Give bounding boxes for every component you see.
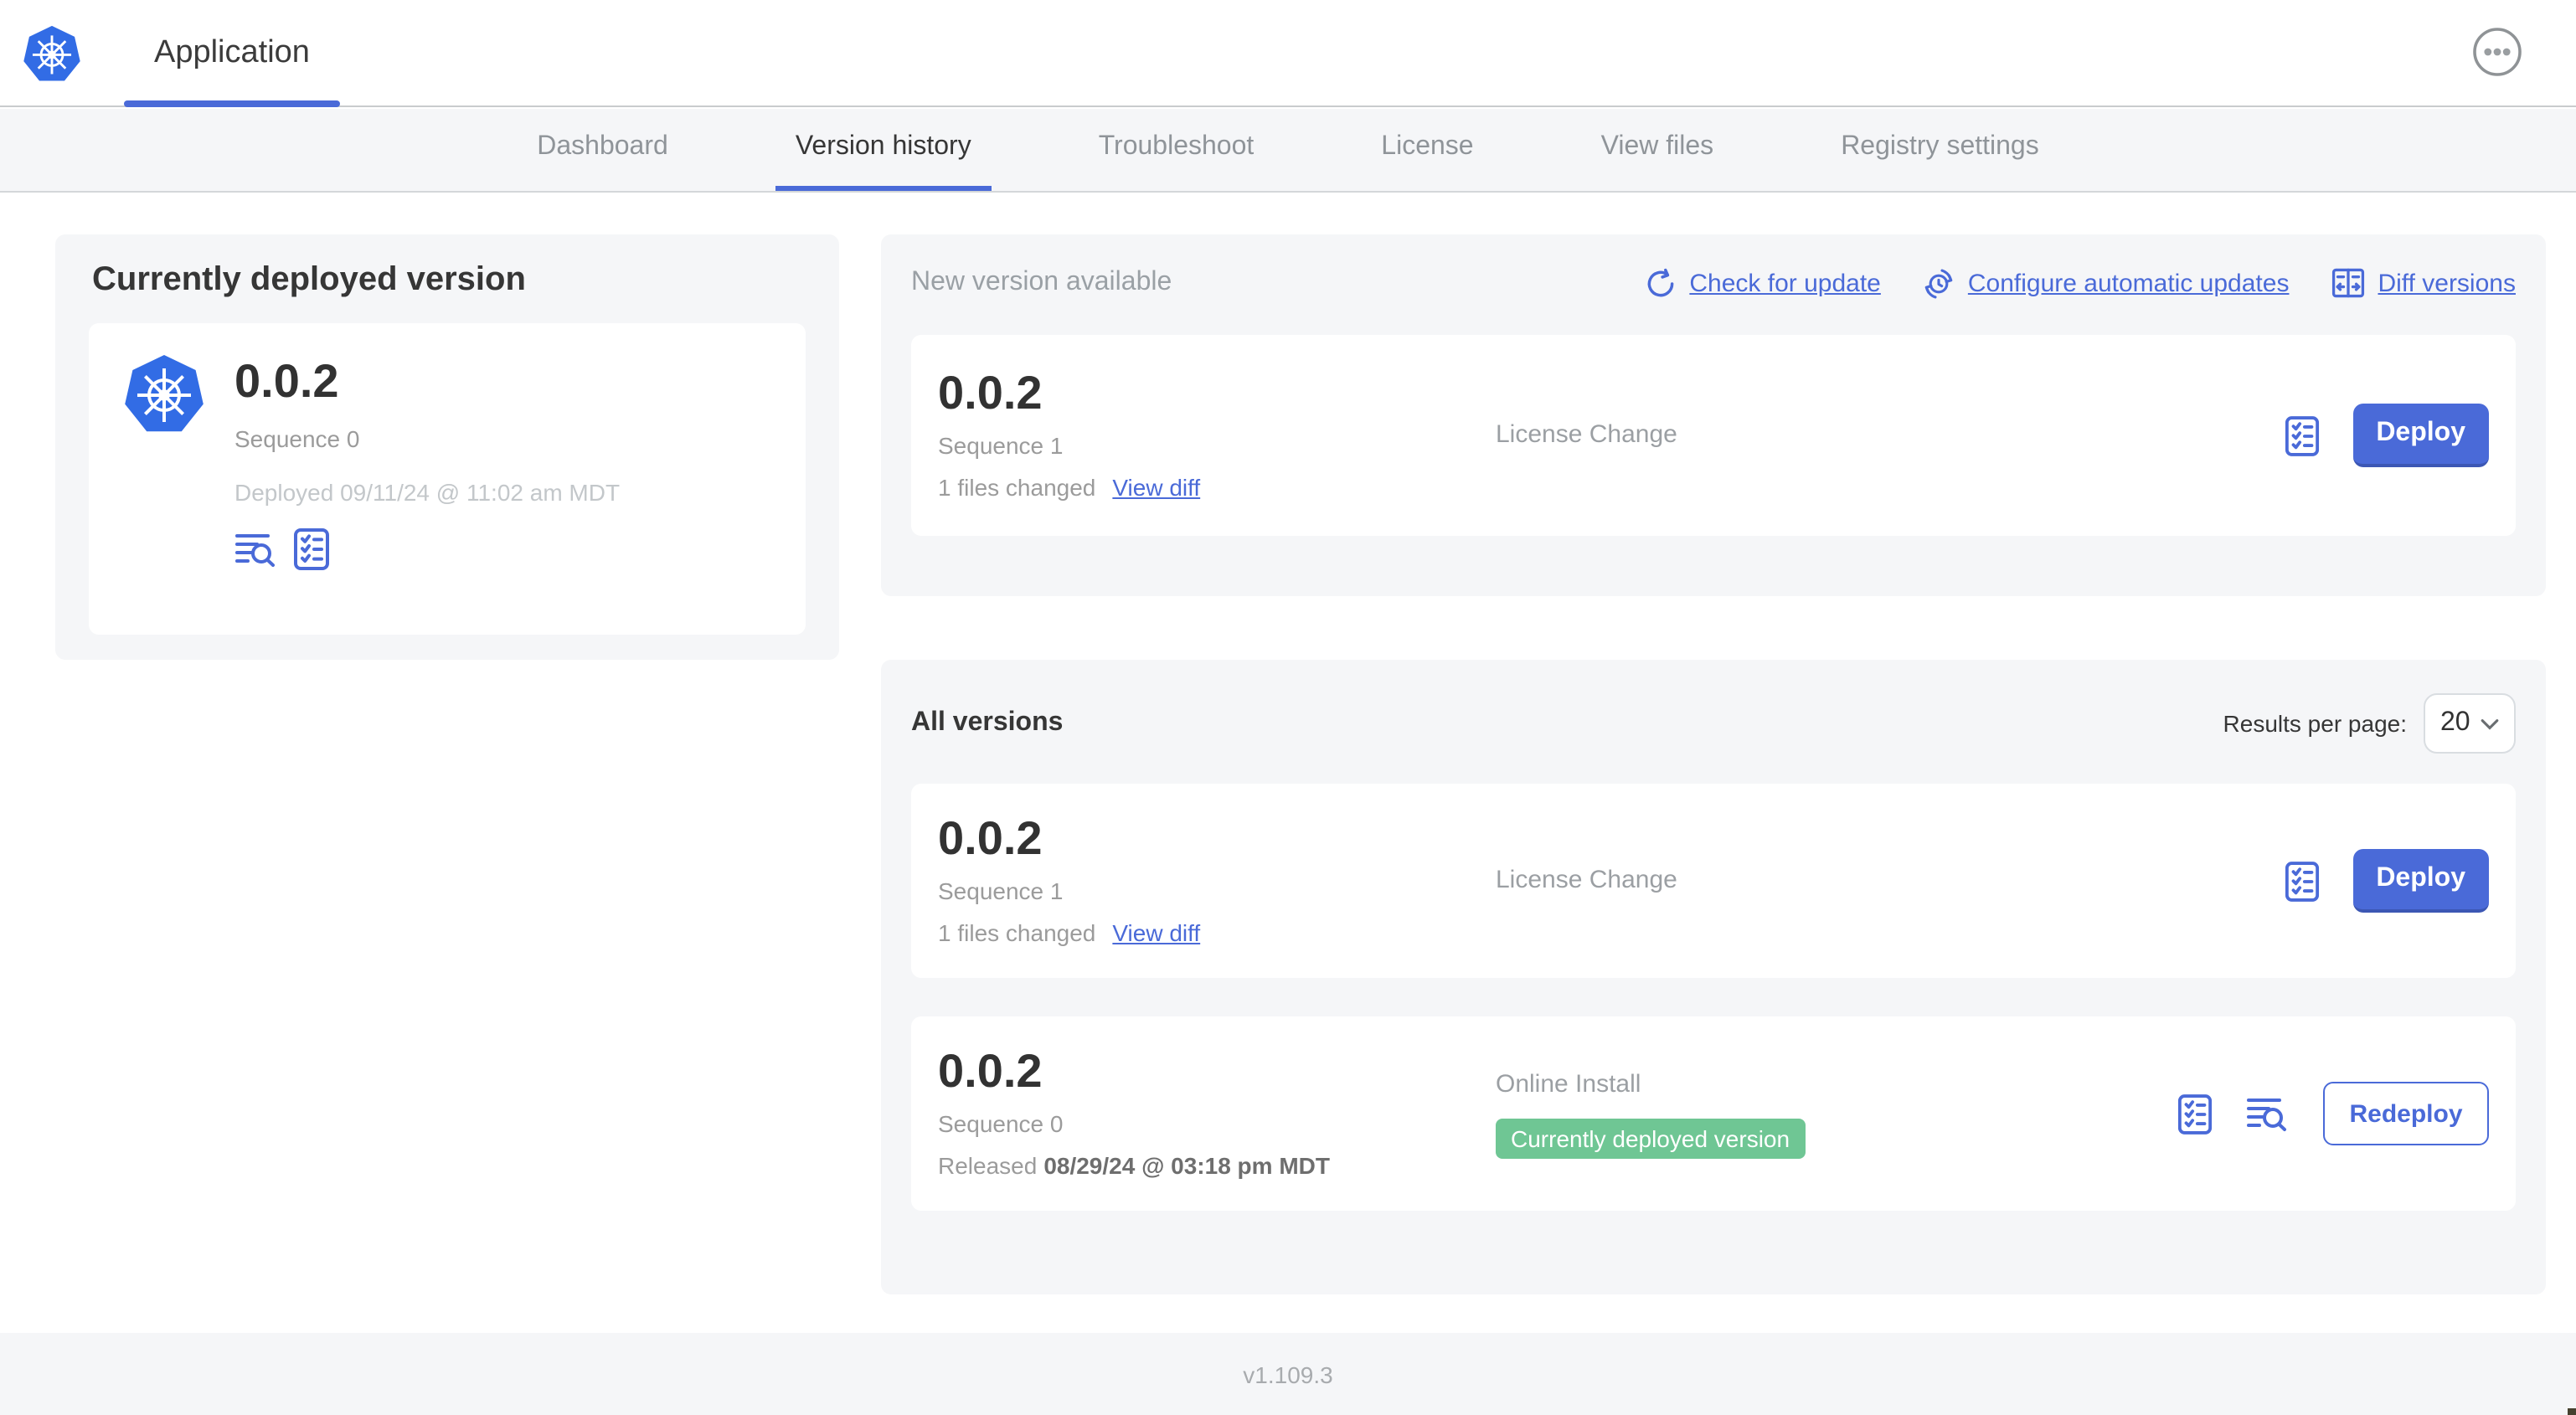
files-changed-text: 1 files changed [938, 474, 1096, 501]
deploy-button[interactable]: Deploy [2352, 849, 2489, 913]
tab-label: View files [1600, 132, 1714, 161]
refresh-icon [1642, 265, 1677, 301]
version-source: License Change [1496, 866, 1677, 894]
view-diff-link[interactable]: View diff [1112, 919, 1200, 946]
check-for-update-link[interactable]: Check for update [1642, 265, 1881, 301]
tab-label: Registry settings [1841, 132, 2039, 161]
version-source: Online Install [1496, 1069, 1641, 1098]
tab-view-files[interactable]: View files [1581, 109, 1734, 191]
schedule-update-icon [1921, 265, 1956, 301]
overflow-menu-button[interactable] [2472, 27, 2522, 77]
configure-automatic-updates-label: Configure automatic updates [1967, 269, 2290, 297]
version-source: License Change [1496, 420, 1677, 449]
deploy-button[interactable]: Deploy [2352, 404, 2489, 467]
currently-deployed-badge: Currently deployed version [1496, 1118, 1806, 1158]
deployed-timestamp: Deployed 09/11/24 @ 11:02 am MDT [234, 479, 621, 506]
kubernetes-app-icon [122, 352, 206, 435]
version-number: 0.0.2 [938, 367, 1043, 419]
preflight-checks-icon[interactable] [2177, 1093, 2213, 1135]
tab-label: License [1381, 132, 1474, 161]
tab-label: Version history [795, 132, 971, 161]
preflight-checks-icon[interactable] [2284, 860, 2319, 902]
app-footer: v1.109.3 [0, 1333, 2576, 1415]
diff-versions-link[interactable]: Diff versions [2329, 265, 2516, 301]
main-content: Currently deployed version 0.0.2 Sequenc… [0, 194, 2576, 1333]
kubernetes-logo-icon [22, 23, 82, 84]
app-subnav: Dashboard Version history Troubleshoot L… [0, 109, 2576, 193]
update-actions: Check for update Configure automatic upd… [1642, 265, 2516, 301]
view-diff-link[interactable]: View diff [1112, 474, 1200, 501]
configure-automatic-updates-link[interactable]: Configure automatic updates [1921, 265, 2290, 301]
version-number: 0.0.2 [938, 1045, 1043, 1097]
currently-deployed-details: 0.0.2 Sequence 0 Deployed 09/11/24 @ 11:… [234, 352, 620, 606]
redeploy-button[interactable]: Redeploy [2323, 1082, 2489, 1145]
results-per-page-label: Results per page: [2223, 710, 2407, 737]
tab-registry-settings[interactable]: Registry settings [1821, 109, 2059, 191]
tab-troubleshoot[interactable]: Troubleshoot [1079, 109, 1275, 191]
currently-deployed-card: 0.0.2 Sequence 0 Deployed 09/11/24 @ 11:… [89, 323, 806, 635]
version-sequence: Sequence 1 [938, 432, 1064, 459]
new-version-title: New version available [911, 268, 1172, 296]
tab-dashboard[interactable]: Dashboard [517, 109, 688, 191]
new-version-card: 0.0.2 Sequence 1 1 files changed View di… [911, 335, 2516, 536]
chevron-down-icon [2481, 718, 2499, 729]
results-per-page-value: 20 [2440, 708, 2470, 737]
results-per-page-select[interactable]: 20 [2424, 693, 2516, 754]
tab-version-history[interactable]: Version history [775, 109, 992, 191]
ellipsis-icon [2472, 27, 2522, 77]
check-for-update-label: Check for update [1689, 269, 1881, 297]
app-header: Application [0, 0, 2576, 107]
preflight-checks-icon[interactable] [293, 527, 330, 571]
preflight-checks-icon[interactable] [2284, 414, 2319, 456]
app-tab-application[interactable]: Application [124, 0, 340, 107]
console-version: v1.109.3 [1243, 1361, 1333, 1387]
tab-label: Troubleshoot [1098, 132, 1255, 161]
released-prefix: Released [938, 1152, 1038, 1179]
new-version-panel: New version available Check for update C… [881, 234, 2546, 596]
released-timestamp: Released 08/29/24 @ 03:18 pm MDT [938, 1152, 1496, 1179]
deployed-sequence: Sequence 0 [234, 425, 360, 452]
files-changed-text: 1 files changed [938, 919, 1096, 946]
version-row: 0.0.2 Sequence 0 Released 08/29/24 @ 03:1… [911, 1016, 2516, 1211]
version-sequence: Sequence 1 [938, 877, 1064, 904]
all-versions-title: All versions [911, 708, 1064, 737]
all-versions-panel: All versions Results per page: 20 0.0.2 [881, 660, 2546, 1294]
tab-license[interactable]: License [1361, 109, 1493, 191]
currently-deployed-title: Currently deployed version [92, 261, 526, 298]
currently-deployed-panel: Currently deployed version 0.0.2 Sequenc… [55, 234, 839, 660]
version-sequence: Sequence 0 [938, 1110, 1064, 1137]
screen-corner-artifact [2568, 1408, 2576, 1415]
view-logs-icon[interactable] [234, 531, 278, 568]
released-date: 08/29/24 @ 03:18 pm MDT [1043, 1152, 1330, 1179]
diff-versions-label: Diff versions [2378, 269, 2516, 297]
diff-icon [2329, 265, 2366, 301]
deployed-version-number: 0.0.2 [234, 355, 339, 407]
tab-label: Dashboard [537, 132, 668, 161]
view-logs-icon[interactable] [2246, 1095, 2290, 1132]
app-tab-label: Application [154, 34, 310, 69]
version-number: 0.0.2 [938, 812, 1043, 864]
app-window: Application Dashboard Version history Tr… [0, 0, 2576, 1415]
version-row: 0.0.2 Sequence 1 1 files changed View di… [911, 784, 2516, 978]
